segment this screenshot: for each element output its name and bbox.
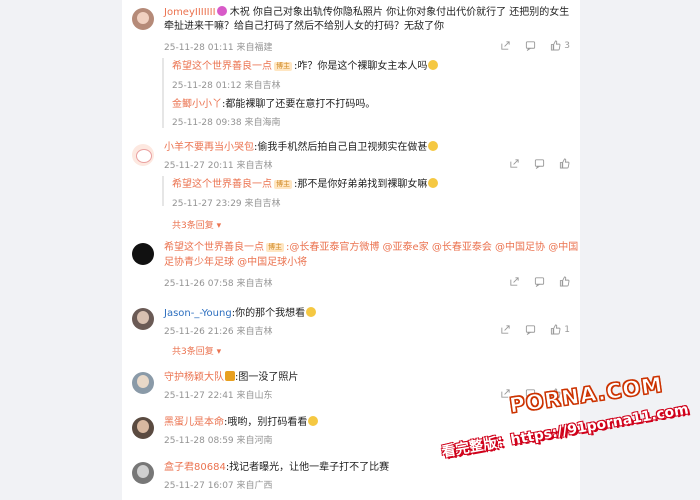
- thumbs-up-icon: [551, 40, 561, 51]
- avatar[interactable]: [132, 243, 154, 265]
- comment-panel: JomeyIIIIIII 木祝 你自己对象出轨传你隐私照片 你让你对象付出代价就…: [122, 0, 580, 500]
- avatar[interactable]: [132, 8, 154, 30]
- crown-icon: [225, 371, 235, 381]
- share-icon[interactable]: [500, 324, 511, 335]
- commenter-name[interactable]: 希望这个世界善良一点: [164, 242, 264, 253]
- thumbs-up-icon: [559, 276, 570, 287]
- comment-text: 希望这个世界善良一点 博主:@长春亚泰官方微博 @亚泰e家 @长春亚泰会 @中国足…: [164, 242, 579, 253]
- commenter-name[interactable]: 盒子君80684: [164, 462, 226, 473]
- more-replies-link[interactable]: 共3条回复 ▾: [172, 344, 221, 357]
- reply-author[interactable]: 希望这个世界善良一点: [172, 179, 272, 190]
- like-count: 3: [564, 40, 570, 51]
- author-badge: 博主: [274, 180, 292, 189]
- like-button[interactable]: [559, 276, 570, 287]
- reply-icon[interactable]: [534, 158, 545, 169]
- comment-meta: 25-11-27 16:07 来自广西: [164, 481, 273, 491]
- avatar[interactable]: [132, 462, 154, 484]
- share-icon[interactable]: [500, 40, 511, 51]
- like-button[interactable]: 3: [550, 40, 570, 51]
- like-button[interactable]: 1: [550, 324, 570, 335]
- comment-text: 小羊不要再当小哭包:偷我手机然后拍自己自卫视频实在做甚: [164, 141, 439, 154]
- comment-text: 黑蛋儿是本命:哦哟，别打码看看: [164, 416, 319, 429]
- comment-actions: [509, 158, 570, 169]
- reply-meta: 25-11-28 09:38 来自海南: [172, 118, 281, 128]
- reply-icon[interactable]: [525, 324, 536, 335]
- avatar[interactable]: [132, 308, 154, 330]
- comment-meta: 25-11-28 08:59 来自河南: [164, 436, 273, 446]
- author-badge: 博主: [274, 62, 292, 71]
- avatar[interactable]: [132, 417, 154, 439]
- reply-text: 希望这个世界善良一点 博主:那不是你好弟弟找到裸聊女嘛: [172, 178, 439, 191]
- comment-actions: [509, 276, 570, 287]
- reply-text: 希望这个世界善良一点 博主:咋？你是这个裸聊女主本人吗: [172, 60, 439, 73]
- reply-meta: 25-11-27 23:29 来自吉林: [172, 199, 281, 209]
- like-count: 1: [564, 324, 570, 335]
- comment-meta: 25-11-26 21:26 来自吉林: [164, 327, 273, 337]
- share-icon[interactable]: [509, 276, 520, 287]
- like-button[interactable]: [559, 158, 570, 169]
- reply-icon[interactable]: [525, 40, 536, 51]
- comment-text: Jason-_-Young:你的那个我想看: [164, 307, 317, 320]
- comment-actions: 1: [500, 324, 570, 335]
- reply-author[interactable]: 希望这个世界善良一点: [172, 61, 272, 72]
- reply-divider: [162, 58, 164, 128]
- comment-text: 守护杨颖大队:图一没了照片: [164, 371, 299, 383]
- more-replies-link[interactable]: 共3条回复 ▾: [172, 218, 221, 231]
- comment-actions: 3: [500, 40, 570, 51]
- commenter-name[interactable]: JomeyIIIIIII: [164, 7, 216, 18]
- reply-meta: 25-11-28 01:12 来自吉林: [172, 81, 281, 91]
- thumbs-up-icon: [559, 158, 570, 169]
- author-badge: 博主: [266, 243, 284, 252]
- comment-text-2: 牵扯进来干嘛？给自己打码了然后不给别人女的打码？无敌了你: [164, 21, 444, 32]
- comment-text: 盒子君80684:找记者曝光，让他一辈子打不了比赛: [164, 462, 390, 473]
- emoji-icon: [306, 307, 317, 317]
- comment-meta: 25-11-27 20:11 来自吉林: [164, 161, 273, 171]
- emoji-icon: [428, 60, 439, 70]
- reply-author[interactable]: 金鲫小小丫: [172, 99, 222, 110]
- avatar[interactable]: [132, 372, 154, 394]
- reply-icon[interactable]: [534, 276, 545, 287]
- commenter-suffix: 木祝: [226, 7, 250, 18]
- comment-text-2: 足协青少年足球 @中国足球小将: [164, 257, 308, 268]
- comment-meta: 25-11-28 01:11 来自福建: [164, 43, 273, 53]
- commenter-name[interactable]: 黑蛋儿是本命: [164, 417, 224, 428]
- reply-divider: [162, 176, 164, 206]
- thumbs-up-icon: [551, 324, 561, 335]
- share-icon[interactable]: [509, 158, 520, 169]
- commenter-name[interactable]: 守护杨颖大队: [164, 372, 224, 383]
- commenter-name[interactable]: Jason-_-Young: [164, 308, 232, 319]
- comment-meta: 25-11-26 07:58 来自吉林: [164, 279, 273, 289]
- comment-text: JomeyIIIIIII 木祝 你自己对象出轨传你隐私照片 你让你对象付出代价就…: [164, 6, 570, 18]
- reply-text: 金鲫小小丫:都能裸聊了还要在意打不打码吗。: [172, 99, 376, 110]
- avatar[interactable]: [132, 144, 154, 166]
- emoji-icon: [428, 141, 439, 151]
- emoji-icon: [308, 416, 319, 426]
- comment-meta: 25-11-27 22:41 来自山东: [164, 391, 273, 401]
- emoji-icon: [428, 178, 439, 188]
- commenter-name[interactable]: 小羊不要再当小哭包: [164, 142, 254, 153]
